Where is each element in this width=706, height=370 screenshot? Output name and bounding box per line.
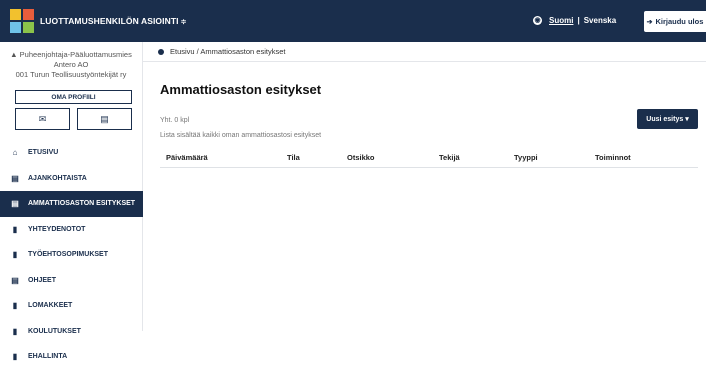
user-role: ▲ Puheenjohtaja-Pääluottamusmies <box>10 50 132 59</box>
breadcrumb-text[interactable]: Etusivu / Ammattiosaston esitykset <box>170 47 285 56</box>
sidebar-item-tyoehtosopimukset[interactable]: ▮ TYÖEHTOSOPIMUKSET <box>0 242 143 268</box>
user-org: 001 Turun Teollisuustyöntekijät ry <box>15 70 127 79</box>
card-button[interactable]: ▤ <box>77 108 132 130</box>
page-title: Ammattiosaston esitykset <box>160 82 322 97</box>
sidebar-item-label: EHALLINTA <box>28 353 68 361</box>
new-proposal-button[interactable]: Uusi esitys ▾ <box>637 109 698 129</box>
news-icon: ▤ <box>11 275 19 285</box>
column-header-author[interactable]: Tekijä <box>439 153 460 162</box>
column-header-type[interactable]: Tyyppi <box>514 153 538 162</box>
column-header-date[interactable]: Päivämäärä <box>166 153 208 162</box>
file-icon: ▮ <box>12 224 18 234</box>
sidebar-item-yhteydenotot[interactable]: ▮ YHTEYDENOTOT <box>0 217 143 243</box>
column-header-status[interactable]: Tila <box>287 153 300 162</box>
sidebar-item-label: AJANKOHTAISTA <box>28 174 87 182</box>
file-icon: ▮ <box>12 352 18 362</box>
sidebar-item-ajankohtaista[interactable]: ▤ AJANKOHTAISTA <box>0 166 143 192</box>
column-header-title[interactable]: Otsikko <box>347 153 375 162</box>
breadcrumb-dot-icon <box>158 48 164 55</box>
mail-button[interactable]: ✉ <box>15 108 70 130</box>
sidebar-item-label: OHJEET <box>28 276 57 284</box>
sidebar: ▲ Puheenjohtaja-Pääluottamusmies Antero … <box>0 42 143 361</box>
logout-button[interactable]: ➔ Kirjaudu ulos <box>644 11 706 32</box>
sidebar-item-ammattiosaston-esitykset[interactable]: ▤ AMMATTIOSASTON ESITYKSET <box>0 191 143 217</box>
logout-icon: ➔ <box>646 18 653 26</box>
file-icon: ▮ <box>12 326 18 336</box>
app-title-text: LUOTTAMUSHENKILÖN ASIOINTI <box>40 16 179 26</box>
column-header-actions: Toiminnot <box>595 153 631 162</box>
sidebar-item-koulutukset[interactable]: ▮ KOULUTUKSET <box>0 319 143 345</box>
profile-button[interactable]: OMA PROFIILI <box>15 90 132 104</box>
sidebar-item-label: KOULUTUKSET <box>28 327 81 335</box>
lang-sv[interactable]: Svenska <box>584 16 616 25</box>
sidebar-item-label: LOMAKKEET <box>28 302 73 310</box>
sidebar-nav: ⌂ ETUSIVU ▤ AJANKOHTAISTA ▤ AMMATTIOSAST… <box>0 140 143 370</box>
user-icon: ▲ <box>10 50 20 59</box>
user-name: Antero AO <box>53 60 89 69</box>
logout-label: Kirjaudu ulos <box>655 17 704 26</box>
sidebar-item-label: AMMATTIOSASTON ESITYKSET <box>28 200 136 208</box>
lang-separator: | <box>577 16 580 25</box>
app-title[interactable]: LUOTTAMUSHENKILÖN ASIOINTI ≑ <box>40 16 187 26</box>
sidebar-item-ehallinta[interactable]: ▮ EHALLINTA <box>0 344 143 370</box>
breadcrumb: Etusivu / Ammattiosaston esitykset <box>143 42 706 62</box>
home-icon: ⌂ <box>12 148 18 158</box>
mail-icon: ✉ <box>38 113 47 124</box>
news-icon: ▤ <box>11 173 19 183</box>
language-switcher: ◉ Suomi | Svenska <box>533 16 616 25</box>
table-header: Päivämäärä Tila Otsikko Tekijä Tyyppi To… <box>160 146 698 168</box>
sidebar-item-label: YHTEYDENOTOT <box>28 225 86 233</box>
sidebar-item-label: ETUSIVU <box>28 149 59 157</box>
sidebar-item-ohjeet[interactable]: ▤ OHJEET <box>0 268 143 294</box>
app-logo-icon[interactable] <box>10 9 34 33</box>
lang-fi[interactable]: Suomi <box>549 16 573 25</box>
sidebar-item-label: TYÖEHTOSOPIMUKSET <box>28 251 108 259</box>
app-switch-icon[interactable]: ≑ <box>181 19 187 26</box>
list-description: Lista sisältää kaikki oman ammattiosasto… <box>160 132 322 139</box>
sidebar-item-lomakkeet[interactable]: ▮ LOMAKKEET <box>0 293 143 319</box>
card-icon: ▤ <box>100 113 109 124</box>
file-icon: ▮ <box>12 301 18 311</box>
globe-icon: ◉ <box>533 16 542 25</box>
sidebar-item-etusivu[interactable]: ⌂ ETUSIVU <box>0 140 143 166</box>
record-count: Yht. 0 kpl <box>160 117 190 124</box>
user-info: ▲ Puheenjohtaja-Pääluottamusmies Antero … <box>0 42 142 80</box>
file-icon: ▮ <box>12 250 18 260</box>
document-icon: ▤ <box>11 199 19 209</box>
top-bar: LUOTTAMUSHENKILÖN ASIOINTI ≑ ◉ Suomi | Sv… <box>0 0 706 42</box>
